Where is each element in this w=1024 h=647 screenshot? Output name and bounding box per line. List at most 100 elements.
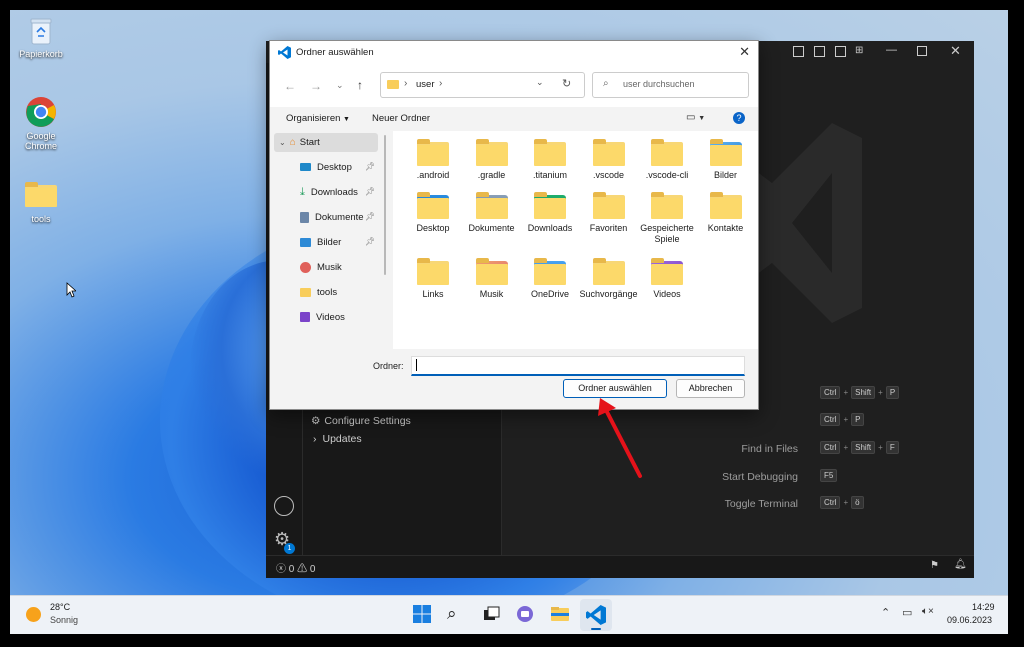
- weather-sun-icon[interactable]: [26, 607, 41, 622]
- volume-muted-icon[interactable]: 🔈︎×: [922, 606, 934, 617]
- pin-icon: 📌︎: [365, 187, 376, 196]
- up-arrow-icon[interactable]: ↑: [357, 78, 363, 92]
- desktop-icon-recycle-bin[interactable]: Papierkorb: [10, 16, 72, 59]
- sidebar-item-updates[interactable]: › Updates: [313, 433, 362, 445]
- nav-item-label: Start: [299, 137, 320, 148]
- problems-indicator[interactable]: ⓧ 0 ⚠ 0: [276, 560, 315, 575]
- folder-name-input[interactable]: [411, 356, 745, 376]
- folder-item[interactable]: Favoriten: [580, 192, 638, 234]
- folder-item[interactable]: Gespeicherte Spiele: [638, 192, 696, 245]
- nav-scrollbar[interactable]: [384, 135, 386, 275]
- nav-item-start[interactable]: ⌄ ⌂ Start: [274, 133, 378, 152]
- nav-item-downloads[interactable]: ⤓ Downloads: [300, 183, 358, 201]
- text-caret: [416, 359, 417, 371]
- close-icon[interactable]: ✕: [950, 43, 961, 59]
- search-icon[interactable]: ⌕: [447, 604, 469, 626]
- folder-item[interactable]: Desktop: [404, 192, 462, 234]
- folder-item[interactable]: Dokumente: [463, 192, 521, 234]
- network-icon[interactable]: ▭: [902, 606, 912, 619]
- bell-icon[interactable]: 🔔︎: [954, 559, 967, 570]
- search-input[interactable]: ⌕ user durchsuchen: [592, 72, 749, 98]
- maximize-icon[interactable]: [917, 46, 927, 56]
- sidebar-item-configure-settings[interactable]: ⚙ Configure Settings: [311, 415, 411, 427]
- folder-item[interactable]: .gradle: [463, 139, 521, 181]
- dialog-titlebar: Ordner auswählen ✕: [270, 41, 758, 65]
- folder-item[interactable]: .vscode: [580, 139, 638, 181]
- folder-item[interactable]: Bilder: [697, 139, 755, 181]
- customize-layout-icon[interactable]: ⊞: [855, 45, 863, 56]
- new-folder-button[interactable]: Neuer Ordner: [372, 113, 430, 124]
- feedback-icon[interactable]: ⚑: [930, 560, 939, 571]
- nav-item-music[interactable]: Musik: [300, 258, 342, 276]
- folder-item[interactable]: Videos: [638, 258, 696, 300]
- folder-item-label: .vscode: [592, 170, 625, 180]
- nav-item-label: Desktop: [317, 161, 352, 173]
- folder-icon: [651, 192, 683, 219]
- recent-chevron-icon[interactable]: ⌄: [336, 80, 344, 91]
- folder-item-label: OneDrive: [530, 289, 569, 299]
- layout-panel-icon[interactable]: [814, 46, 825, 57]
- teams-chat-icon[interactable]: [515, 604, 537, 626]
- folder-item-label: Videos: [653, 289, 681, 299]
- nav-item-pictures[interactable]: Bilder: [300, 233, 341, 251]
- weather-temp[interactable]: 28°C: [50, 602, 70, 612]
- tray-overflow-chevron-icon[interactable]: ⌃: [881, 606, 890, 619]
- organize-button[interactable]: Organisieren ▼: [286, 113, 350, 124]
- warning-icon: ⚠: [297, 564, 308, 575]
- folder-item[interactable]: Musik: [463, 258, 521, 300]
- layout-secondary-sidebar-icon[interactable]: [835, 46, 846, 57]
- refresh-icon[interactable]: ↻: [562, 77, 571, 90]
- desktop-icon-chrome[interactable]: Google Chrome: [10, 96, 72, 151]
- folder-item-label: Downloads: [527, 223, 573, 233]
- chevron-right-icon: ›: [313, 433, 317, 445]
- error-icon: ⓧ: [276, 564, 286, 575]
- folder-item-label: .vscode-cli: [645, 170, 689, 180]
- clock-time[interactable]: 14:29: [972, 602, 995, 612]
- account-icon[interactable]: [274, 496, 294, 516]
- folder-item[interactable]: .vscode-cli: [638, 139, 696, 181]
- shortcut-label: Find in Files: [741, 443, 798, 455]
- vscode-taskbar-icon: [586, 605, 606, 625]
- breadcrumb-chevron-icon: ›: [439, 78, 443, 89]
- help-icon[interactable]: ?: [733, 112, 745, 124]
- clock-date[interactable]: 09.06.2023: [947, 615, 992, 625]
- cancel-button[interactable]: Abbrechen: [676, 379, 745, 398]
- chevron-down-icon: ⌄: [279, 138, 286, 147]
- folder-field-label: Ordner:: [373, 361, 404, 371]
- folder-item-label: Desktop: [416, 223, 450, 233]
- desktop-icon-tools[interactable]: tools: [10, 182, 72, 224]
- nav-item-documents[interactable]: Dokumente: [300, 208, 364, 226]
- folder-item[interactable]: OneDrive: [521, 258, 579, 300]
- folder-item[interactable]: Suchvorgänge: [580, 258, 638, 300]
- close-icon[interactable]: ✕: [739, 44, 750, 60]
- forward-arrow-icon[interactable]: →: [310, 79, 322, 93]
- back-arrow-icon[interactable]: ←: [284, 79, 296, 93]
- folder-item[interactable]: .titanium: [521, 139, 579, 181]
- nav-item-tools[interactable]: tools: [300, 283, 337, 301]
- folder-icon: [475, 192, 508, 219]
- folder-icon: [534, 139, 566, 166]
- dropdown-caret-icon: ▼: [343, 116, 350, 123]
- nav-item-desktop[interactable]: Desktop: [300, 158, 352, 176]
- weather-condition[interactable]: Sonnig: [50, 615, 78, 625]
- task-view-icon[interactable]: [481, 604, 503, 626]
- view-options-icon[interactable]: ▭ ▼: [686, 112, 705, 123]
- taskbar-vscode-active[interactable]: [580, 599, 612, 631]
- layout-sidebar-icon[interactable]: [793, 46, 804, 57]
- minimize-icon[interactable]: —: [886, 44, 897, 56]
- folder-item[interactable]: Kontakte: [697, 192, 755, 234]
- address-bar[interactable]: › user › ⌄ ↻: [380, 72, 585, 98]
- address-dropdown-icon[interactable]: ⌄: [536, 77, 544, 88]
- nav-item-videos[interactable]: Videos: [300, 308, 345, 326]
- file-explorer-icon[interactable]: [550, 604, 572, 626]
- file-list: .android .gradle .titanium .vscode .vscode-c…: [393, 131, 758, 349]
- folder-item[interactable]: Downloads: [521, 192, 579, 234]
- breadcrumb-user[interactable]: user: [416, 79, 434, 90]
- folder-item[interactable]: .android: [404, 139, 462, 181]
- chrome-icon: [25, 96, 57, 128]
- shortcut-label: Toggle Terminal: [724, 498, 798, 510]
- start-windows-icon[interactable]: [412, 604, 434, 626]
- shortcut-keys: F5: [820, 469, 838, 482]
- folder-item[interactable]: Links: [404, 258, 462, 300]
- folder-item-label: .gradle: [477, 170, 506, 180]
